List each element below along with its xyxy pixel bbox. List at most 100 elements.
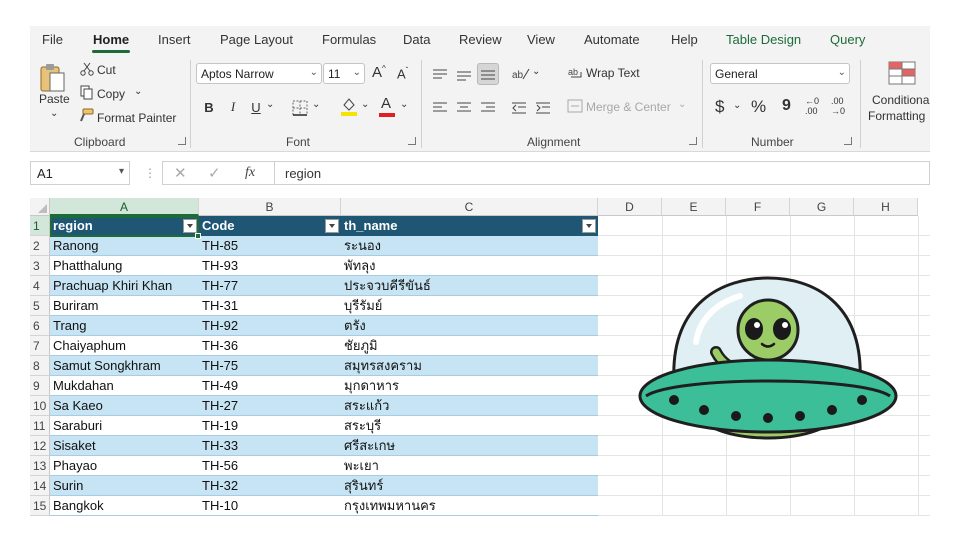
italic-button[interactable]: I — [222, 96, 244, 118]
region-cell[interactable]: Phayao — [50, 456, 199, 476]
th-name-cell[interactable]: มุกดาหาร — [341, 376, 598, 396]
increase-decimal-button[interactable]: ←0.00 — [805, 96, 819, 116]
fill-color-icon[interactable] — [340, 96, 358, 119]
filter-dropdown-icon[interactable] — [582, 219, 596, 233]
more-options-icon[interactable]: ⋮ — [144, 166, 156, 180]
percent-button[interactable]: % — [751, 97, 766, 117]
row-header[interactable]: 6 — [30, 316, 50, 336]
paste-label[interactable]: Paste — [39, 92, 70, 106]
th-name-cell[interactable]: ตรัง — [341, 316, 598, 336]
th-name-cell[interactable]: พะเยา — [341, 456, 598, 476]
paste-dropdown-icon[interactable]: ⌄ — [50, 108, 58, 119]
code-cell[interactable]: TH-32 — [199, 476, 341, 496]
tab-page-layout[interactable]: Page Layout — [220, 32, 293, 47]
tab-review[interactable]: Review — [459, 32, 502, 47]
region-cell[interactable]: Trang — [50, 316, 199, 336]
region-cell[interactable]: Ranong — [50, 236, 199, 256]
table-header-th-name[interactable]: th_name — [341, 216, 598, 236]
comma-style-button[interactable]: 9 — [782, 97, 791, 115]
region-cell[interactable]: Phatthalung — [50, 256, 199, 276]
conditional-formatting-button[interactable]: Conditional Formatting — [868, 92, 930, 124]
region-cell[interactable]: Surin — [50, 476, 199, 496]
wrap-text-icon[interactable]: ab — [568, 65, 584, 82]
decrease-indent-icon[interactable] — [508, 97, 530, 119]
column-header-d[interactable]: D — [598, 198, 662, 216]
code-cell[interactable]: TH-10 — [199, 496, 341, 516]
decrease-decimal-button[interactable]: .00 →0 — [831, 96, 845, 116]
cut-button[interactable]: Cut — [97, 63, 116, 77]
ufo-alien-picture[interactable] — [636, 272, 900, 462]
increase-indent-icon[interactable] — [532, 97, 554, 119]
row-header[interactable]: 8 — [30, 356, 50, 376]
code-cell[interactable]: TH-56 — [199, 456, 341, 476]
region-cell[interactable]: Sa Kaeo — [50, 396, 199, 416]
cut-icon[interactable] — [80, 62, 94, 79]
region-cell[interactable]: Sisaket — [50, 436, 199, 456]
alignment-launcher-icon[interactable] — [689, 137, 697, 145]
column-header-e[interactable]: E — [662, 198, 726, 216]
th-name-cell[interactable]: ศรีสะเกษ — [341, 436, 598, 456]
tab-insert[interactable]: Insert — [158, 32, 191, 47]
borders-icon[interactable] — [292, 100, 308, 119]
th-name-cell[interactable]: สมุทรสงคราม — [341, 356, 598, 376]
number-launcher-icon[interactable] — [844, 137, 852, 145]
align-bottom-icon[interactable] — [477, 63, 499, 85]
th-name-cell[interactable]: ประจวบคีรีขันธ์ — [341, 276, 598, 296]
copy-icon[interactable] — [80, 85, 94, 103]
copy-dropdown-icon[interactable]: ⌄ — [134, 86, 142, 97]
row-header[interactable]: 10 — [30, 396, 50, 416]
table-header-code[interactable]: Code — [199, 216, 341, 236]
shrink-font-button[interactable]: Aˇ — [397, 66, 408, 81]
code-cell[interactable]: TH-77 — [199, 276, 341, 296]
row-header[interactable]: 12 — [30, 436, 50, 456]
code-cell[interactable]: TH-33 — [199, 436, 341, 456]
tab-data[interactable]: Data — [403, 32, 430, 47]
row-header[interactable]: 15 — [30, 496, 50, 516]
region-cell[interactable]: Bangkok — [50, 496, 199, 516]
font-name-select[interactable]: Aptos Narrow ⌄ — [196, 63, 322, 84]
font-size-select[interactable]: 11 ⌄ — [323, 63, 365, 84]
clipboard-launcher-icon[interactable] — [178, 137, 186, 145]
th-name-cell[interactable]: สระแก้ว — [341, 396, 598, 416]
row-header[interactable]: 2 — [30, 236, 50, 256]
tab-formulas[interactable]: Formulas — [322, 32, 376, 47]
font-launcher-icon[interactable] — [408, 137, 416, 145]
code-cell[interactable]: TH-27 — [199, 396, 341, 416]
th-name-cell[interactable]: ชัยภูมิ — [341, 336, 598, 356]
code-cell[interactable]: TH-75 — [199, 356, 341, 376]
column-header-c[interactable]: C — [341, 198, 598, 216]
currency-button[interactable]: $ — [715, 97, 724, 117]
filter-dropdown-icon[interactable] — [325, 219, 339, 233]
code-cell[interactable]: TH-19 — [199, 416, 341, 436]
column-header-b[interactable]: B — [199, 198, 341, 216]
code-cell[interactable]: TH-92 — [199, 316, 341, 336]
column-header-h[interactable]: H — [854, 198, 918, 216]
tab-automate[interactable]: Automate — [584, 32, 640, 47]
th-name-cell[interactable]: สระบุรี — [341, 416, 598, 436]
region-cell[interactable]: Chaiyaphum — [50, 336, 199, 356]
row-header[interactable]: 5 — [30, 296, 50, 316]
row-header[interactable]: 7 — [30, 336, 50, 356]
formula-input[interactable]: region — [274, 161, 930, 185]
underline-dropdown-icon[interactable]: ⌄ — [266, 99, 274, 110]
column-header-g[interactable]: G — [790, 198, 854, 216]
column-header-f[interactable]: F — [726, 198, 790, 216]
tab-home[interactable]: Home — [93, 32, 129, 47]
orientation-icon[interactable]: ab — [512, 67, 530, 84]
row-header[interactable]: 3 — [30, 256, 50, 276]
code-cell[interactable]: TH-49 — [199, 376, 341, 396]
th-name-cell[interactable]: ระนอง — [341, 236, 598, 256]
orientation-dropdown-icon[interactable]: ⌄ — [532, 66, 540, 77]
align-center-icon[interactable] — [453, 97, 475, 119]
code-cell[interactable]: TH-31 — [199, 296, 341, 316]
align-middle-icon[interactable] — [453, 64, 475, 86]
row-header[interactable]: 4 — [30, 276, 50, 296]
grow-font-button[interactable]: A^ — [372, 64, 386, 81]
region-cell[interactable]: Buriram — [50, 296, 199, 316]
row-header[interactable]: 9 — [30, 376, 50, 396]
code-cell[interactable]: TH-93 — [199, 256, 341, 276]
tab-query[interactable]: Query — [830, 32, 865, 47]
region-cell[interactable]: Saraburi — [50, 416, 199, 436]
th-name-cell[interactable]: พัทลุง — [341, 256, 598, 276]
th-name-cell[interactable]: กรุงเทพมหานคร — [341, 496, 598, 516]
